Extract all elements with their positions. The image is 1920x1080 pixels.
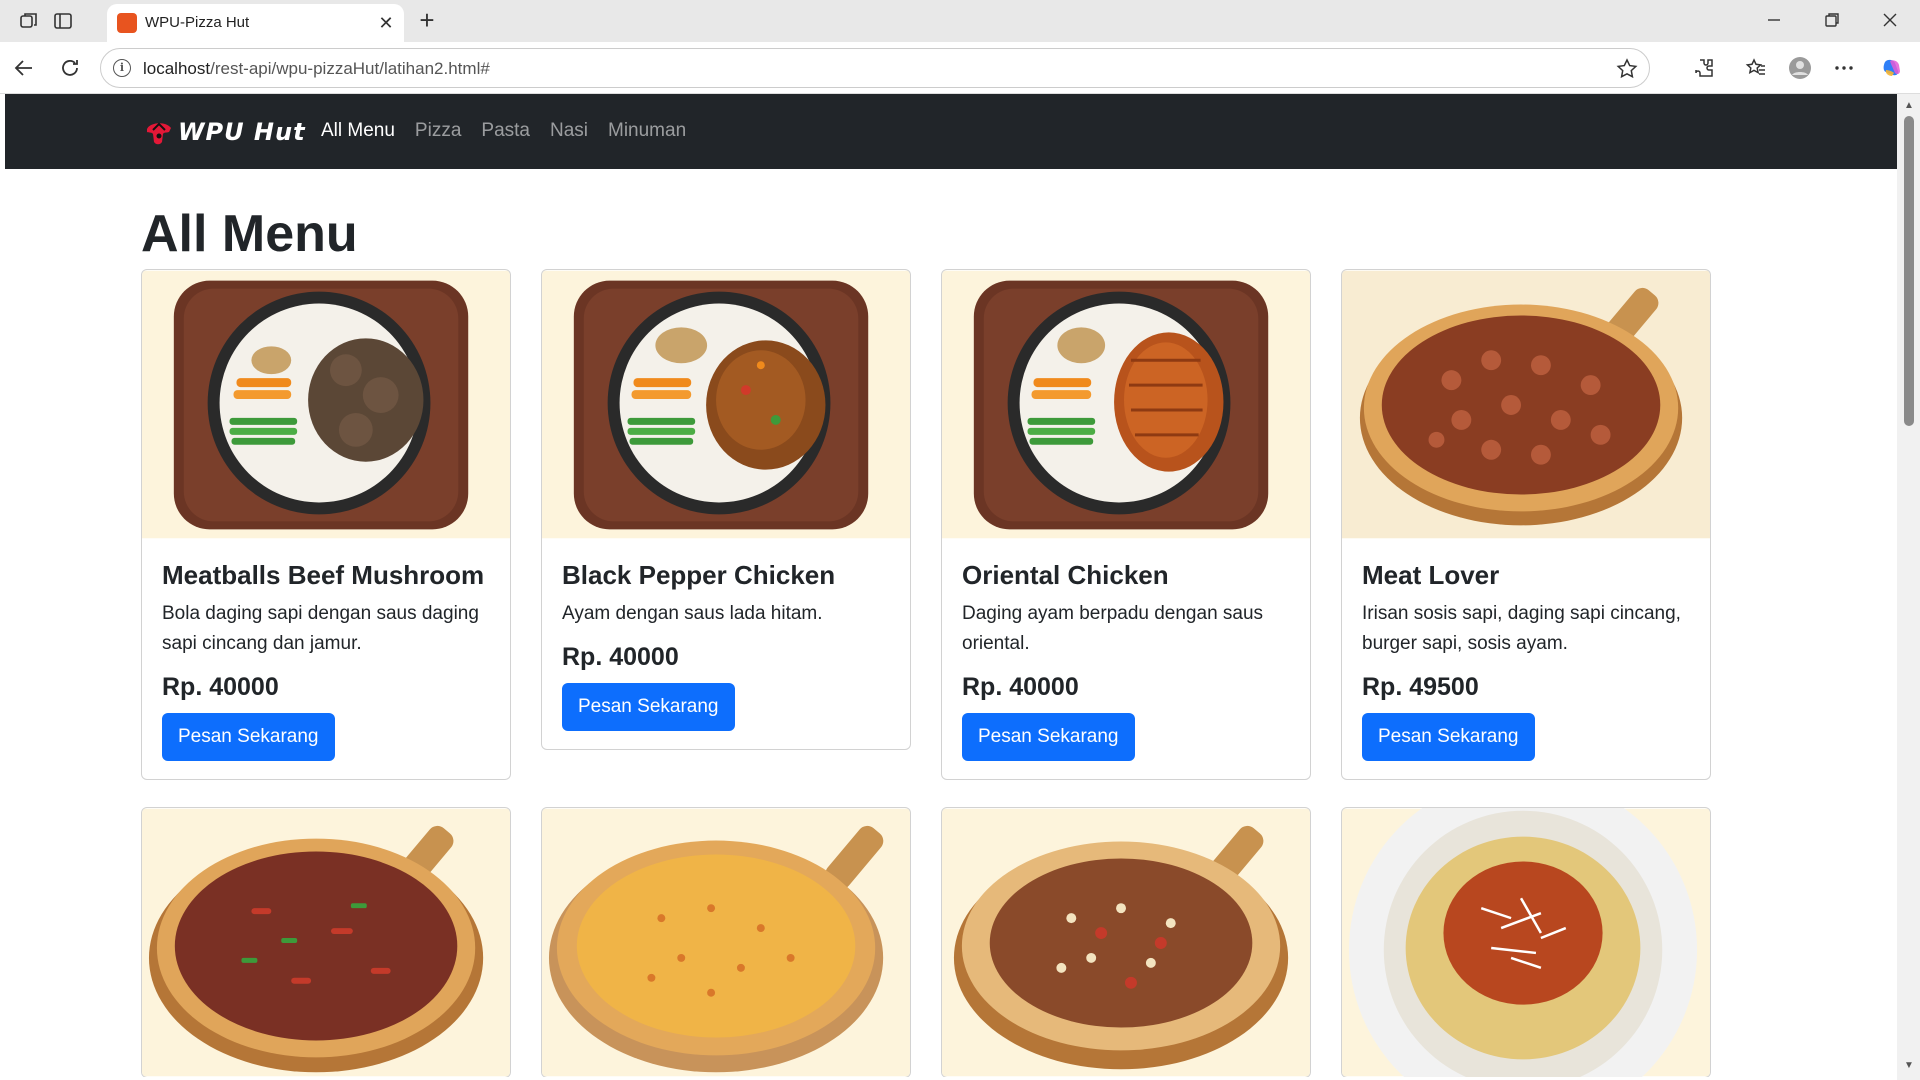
menu-item-name: Meat Lover xyxy=(1362,560,1500,590)
scroll-up-arrow-icon[interactable]: ▲ xyxy=(1903,100,1915,112)
menu-card xyxy=(941,807,1311,1077)
menu-item-price: Rp. 49500 xyxy=(1362,673,1479,701)
menu-card: Black Pepper Chicken Ayam dengan saus la… xyxy=(541,269,911,750)
back-arrow-icon[interactable] xyxy=(12,56,36,80)
restore-icon[interactable] xyxy=(1820,8,1844,32)
nav-links: All Menu Pizza Pasta Nasi Minuman xyxy=(321,119,706,143)
scroll-down-arrow-icon[interactable]: ▼ xyxy=(1903,1060,1915,1072)
card-body: Meat Lover Irisan sosis sapi, daging sap… xyxy=(1342,539,1710,779)
pizza-hut-logo-icon xyxy=(147,122,171,145)
extensions-icon[interactable] xyxy=(1692,56,1716,80)
order-now-button[interactable]: Pesan Sekarang xyxy=(162,713,335,761)
xampp-favicon-icon xyxy=(117,13,137,33)
close-window-icon[interactable] xyxy=(1878,8,1902,32)
workspaces-icon[interactable] xyxy=(18,10,40,32)
spaghetti-image xyxy=(1342,808,1710,1077)
site-navbar: WPU Hut All Menu Pizza Pasta Nasi Minuma… xyxy=(5,94,1897,169)
menu-item-description: Daging ayam berpadu dengan saus oriental… xyxy=(962,603,1264,654)
rice-bowl-meatballs-image xyxy=(142,270,510,539)
menu-card: Meat Lover Irisan sosis sapi, daging sap… xyxy=(1341,269,1711,780)
minimize-icon[interactable] xyxy=(1762,8,1786,32)
menu-card xyxy=(141,807,511,1077)
menu-item-name: Oriental Chicken xyxy=(962,560,1169,590)
browser-tab-strip: WPU-Pizza Hut ✕ + xyxy=(0,0,1920,42)
page-title: All Menu xyxy=(141,205,358,263)
pizza-cheese-image xyxy=(542,808,910,1077)
nav-link-nasi[interactable]: Nasi xyxy=(550,119,588,143)
url-host: localhost xyxy=(143,59,211,78)
address-bar: i localhost/rest-api/wpu-pizzaHut/latiha… xyxy=(0,42,1920,94)
rice-bowl-oriental-image xyxy=(942,270,1310,539)
url-field[interactable]: i localhost/rest-api/wpu-pizzaHut/latiha… xyxy=(100,48,1650,88)
refresh-icon[interactable] xyxy=(58,56,82,80)
menu-item-price: Rp. 40000 xyxy=(562,643,679,671)
browser-tab-active[interactable]: WPU-Pizza Hut ✕ xyxy=(107,4,404,42)
order-now-button[interactable]: Pesan Sekarang xyxy=(1362,713,1535,761)
pizza-beef-image xyxy=(142,808,510,1077)
pizza-meat-lover-image xyxy=(1342,270,1710,539)
url-text: localhost/rest-api/wpu-pizzaHut/latihan2… xyxy=(143,59,490,79)
menu-card: Meatballs Beef Mushroom Bola daging sapi… xyxy=(141,269,511,780)
brand[interactable]: WPU Hut xyxy=(144,117,306,147)
nav-link-pasta[interactable]: Pasta xyxy=(481,119,530,143)
more-options-icon[interactable] xyxy=(1832,56,1856,80)
card-body: Black Pepper Chicken Ayam dengan saus la… xyxy=(542,539,910,749)
brand-name: WPU Hut xyxy=(178,118,306,146)
site-info-icon[interactable]: i xyxy=(113,59,131,77)
nav-link-minuman[interactable]: Minuman xyxy=(608,119,686,143)
order-now-button[interactable]: Pesan Sekarang xyxy=(562,683,735,731)
menu-item-description: Bola daging sapi dengan saus daging sapi… xyxy=(162,603,479,654)
copilot-icon[interactable] xyxy=(1880,56,1904,80)
nav-link-all-menu[interactable]: All Menu xyxy=(321,119,395,143)
favorites-icon[interactable] xyxy=(1744,56,1768,80)
tab-close-icon[interactable]: ✕ xyxy=(376,13,396,33)
nav-link-pizza[interactable]: Pizza xyxy=(415,119,461,143)
menu-card xyxy=(541,807,911,1077)
card-body: Meatballs Beef Mushroom Bola daging sapi… xyxy=(142,539,510,779)
profile-avatar-icon[interactable] xyxy=(1788,56,1812,80)
menu-card xyxy=(1341,807,1711,1077)
menu-item-description: Irisan sosis sapi, daging sapi cincang, … xyxy=(1362,603,1681,654)
tab-title: WPU-Pizza Hut xyxy=(145,14,250,31)
url-path: /rest-api/wpu-pizzaHut/latihan2.html# xyxy=(210,59,490,78)
pizza-stuffed-crust-image xyxy=(942,808,1310,1077)
card-body: Oriental Chicken Daging ayam berpadu den… xyxy=(942,539,1310,779)
rice-bowl-black-pepper-image xyxy=(542,270,910,539)
menu-item-price: Rp. 40000 xyxy=(162,673,279,701)
vertical-tabs-icon[interactable] xyxy=(52,10,74,32)
menu-card: Oriental Chicken Daging ayam berpadu den… xyxy=(941,269,1311,780)
menu-item-price: Rp. 40000 xyxy=(962,673,1079,701)
new-tab-icon[interactable]: + xyxy=(414,7,440,34)
order-now-button[interactable]: Pesan Sekarang xyxy=(962,713,1135,761)
menu-item-name: Black Pepper Chicken xyxy=(562,560,836,590)
menu-item-description: Ayam dengan saus lada hitam. xyxy=(562,603,823,624)
scrollbar-thumb[interactable] xyxy=(1904,116,1914,426)
menu-item-name: Meatballs Beef Mushroom xyxy=(162,560,485,590)
page-scrollbar[interactable]: ▲ ▼ xyxy=(1897,94,1920,1080)
favorite-star-icon[interactable] xyxy=(1615,57,1639,81)
page-viewport: WPU Hut All Menu Pizza Pasta Nasi Minuma… xyxy=(5,94,1897,1077)
